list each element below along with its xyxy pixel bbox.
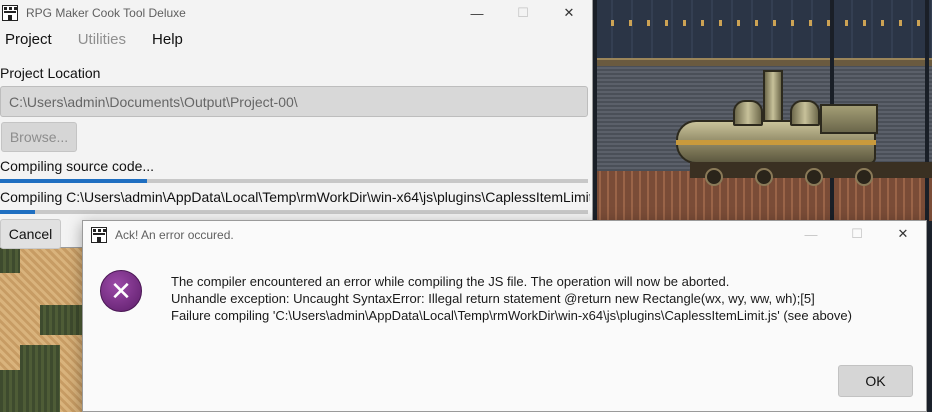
castle-icon	[91, 226, 107, 243]
grass-patch	[20, 345, 60, 412]
train-wheel	[755, 168, 773, 186]
main-window: RPG Maker Cook Tool Deluxe — ☐ ✕ Project…	[0, 0, 593, 249]
window-controls: — ☐ ✕	[454, 0, 592, 26]
station-pillar	[925, 0, 929, 221]
dialog-minimize-button[interactable]: —	[788, 221, 834, 247]
project-path-field[interactable]: C:\Users\admin\Documents\Output\Project-…	[0, 86, 588, 117]
error-dialog: Ack! An error occured. — ☐ ✕ ✕ The compi…	[82, 220, 927, 412]
menu-bar: Project Utilities Help	[0, 26, 592, 53]
maximize-button[interactable]: ☐	[500, 0, 546, 26]
castle-icon	[2, 5, 18, 21]
station-pillar	[593, 0, 597, 221]
grass-patch	[0, 370, 20, 412]
train-dome	[733, 100, 763, 126]
dialog-window-controls: — ☐ ✕	[788, 221, 926, 247]
compile-detail-text: Compiling C:\Users\admin\AppData\Local\T…	[0, 189, 590, 205]
menu-project[interactable]: Project	[5, 31, 52, 48]
train-band	[676, 140, 876, 145]
station-roof	[593, 0, 932, 60]
train-dome	[790, 100, 820, 126]
train-wheel	[855, 168, 873, 186]
station-beam	[593, 58, 932, 66]
grass-patch	[0, 248, 20, 273]
project-location-label: Project Location	[0, 65, 101, 81]
main-titlebar[interactable]: RPG Maker Cook Tool Deluxe — ☐ ✕	[0, 0, 592, 26]
error-x-icon: ✕	[100, 270, 142, 312]
minimize-button[interactable]: —	[454, 0, 500, 26]
menu-help[interactable]: Help	[152, 31, 183, 48]
dialog-titlebar[interactable]: Ack! An error occured. — ☐ ✕	[83, 221, 926, 248]
cancel-button[interactable]: Cancel	[0, 219, 61, 249]
roof-lights	[593, 20, 932, 26]
train-wheel	[705, 168, 723, 186]
train-wheel	[805, 168, 823, 186]
error-message: The compiler encountered an error while …	[171, 273, 852, 324]
compile-progress-bar	[0, 210, 588, 214]
menu-utilities[interactable]: Utilities	[78, 31, 126, 48]
ok-button[interactable]: OK	[838, 365, 913, 397]
error-message-line: Failure compiling 'C:\Users\admin\AppDat…	[171, 308, 852, 323]
status-text: Compiling source code...	[0, 158, 155, 174]
train-chimney	[763, 70, 783, 122]
error-message-line: The compiler encountered an error while …	[171, 274, 730, 289]
train-cab	[820, 104, 878, 134]
status-progress-bar	[0, 179, 588, 183]
dialog-close-button[interactable]: ✕	[880, 221, 926, 247]
close-button[interactable]: ✕	[546, 0, 592, 26]
status-progress-fill	[0, 179, 147, 183]
browse-button[interactable]: Browse...	[1, 122, 77, 152]
dialog-title: Ack! An error occured.	[115, 227, 234, 242]
compile-progress-fill	[0, 210, 36, 214]
error-message-line: Unhandle exception: Uncaught SyntaxError…	[171, 291, 815, 306]
window-title: RPG Maker Cook Tool Deluxe	[26, 6, 186, 20]
dialog-maximize-button[interactable]: ☐	[834, 221, 880, 247]
